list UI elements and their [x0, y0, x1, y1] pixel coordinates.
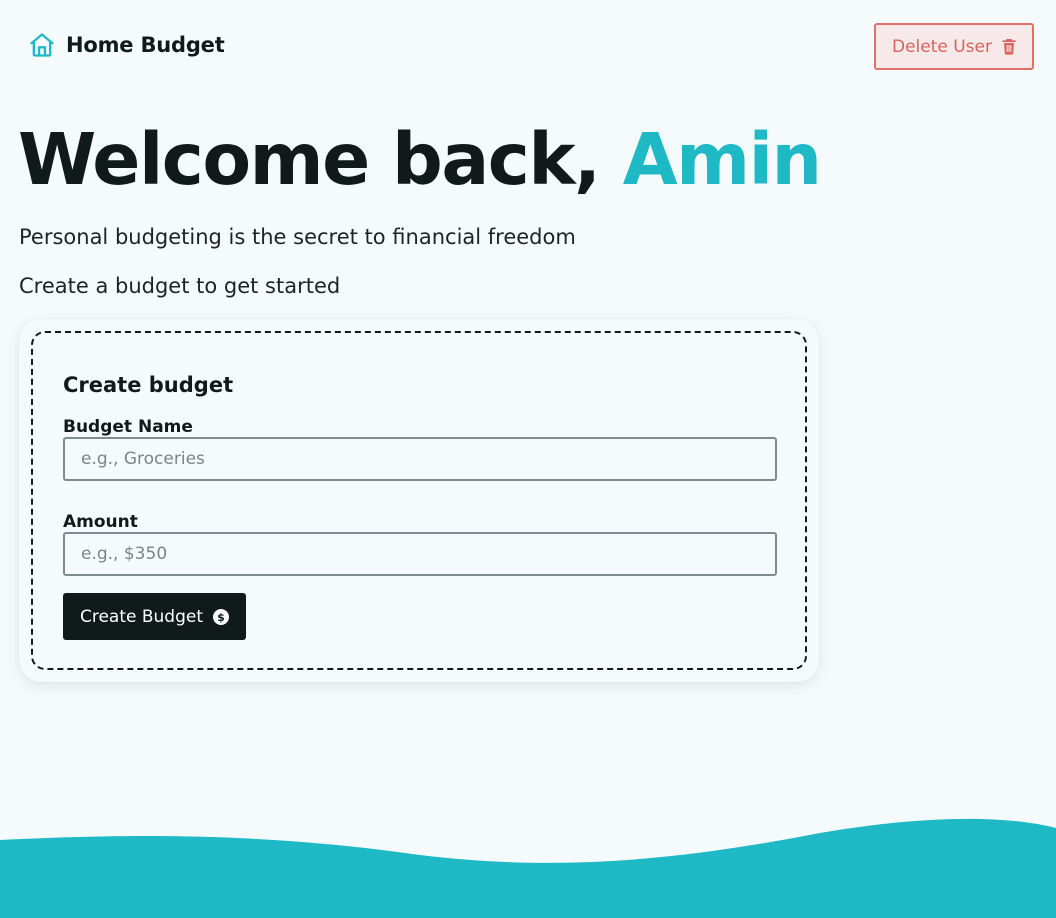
- welcome-heading: Welcome back, Amin: [18, 118, 822, 201]
- home-icon: [30, 33, 54, 57]
- create-budget-form: Create budget Budget Name Amount Create …: [31, 331, 807, 670]
- user-name: Amin: [622, 118, 822, 201]
- create-budget-button[interactable]: Create Budget $: [63, 593, 246, 640]
- budget-name-input[interactable]: [63, 437, 777, 481]
- dollar-circle-icon: $: [213, 608, 230, 625]
- page: Home Budget Delete User Welcome back, Am…: [0, 0, 1056, 918]
- amount-label: Amount: [63, 512, 138, 532]
- home-link[interactable]: Home Budget: [28, 30, 225, 60]
- tagline: Personal budgeting is the secret to fina…: [19, 225, 576, 249]
- form-title: Create budget: [63, 373, 234, 397]
- delete-user-button[interactable]: Delete User: [874, 23, 1034, 70]
- svg-text:$: $: [217, 611, 225, 624]
- get-started-prompt: Create a budget to get started: [19, 274, 341, 298]
- delete-user-label: Delete User: [891, 36, 992, 57]
- trash-icon: [1002, 39, 1016, 55]
- greeting-text: Welcome back,: [18, 118, 601, 201]
- budget-name-label: Budget Name: [63, 417, 193, 437]
- brand-label: Home Budget: [66, 33, 225, 57]
- create-budget-label: Create Budget: [79, 606, 204, 627]
- navbar: Home Budget Delete User: [0, 0, 1056, 92]
- create-budget-card: Create budget Budget Name Amount Create …: [19, 319, 819, 682]
- footer-wave: [0, 818, 1056, 918]
- amount-input[interactable]: [63, 532, 777, 576]
